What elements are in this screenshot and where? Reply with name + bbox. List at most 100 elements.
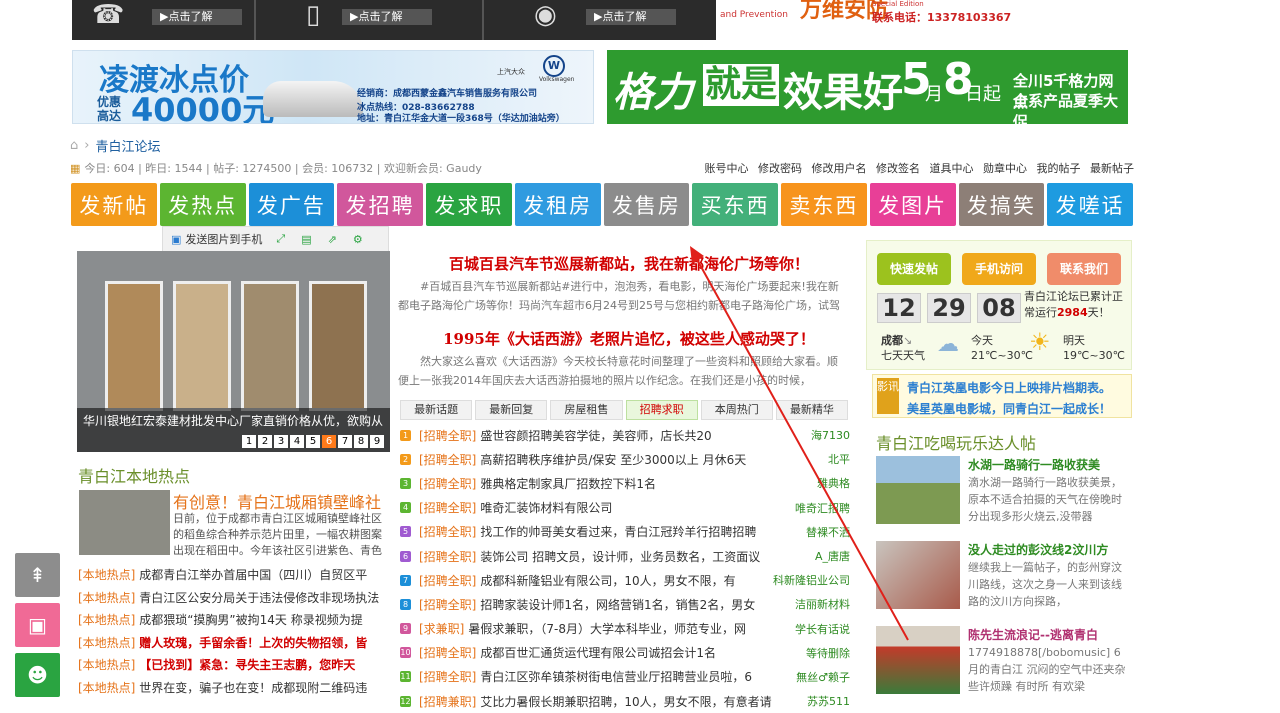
list-item[interactable]: [本地热点] 青白江区公安分局关于违法侵修改非现场执法 [78,589,390,612]
job-row[interactable]: 9 [求兼职] 暑假求兼职，（7-8月）大学本科毕业，师范专业，网 学长有话说 [400,617,850,641]
mobile-access-button[interactable]: 手机访问 [962,253,1036,285]
nav-post-chat[interactable]: 发嗟话 [1047,183,1133,226]
link-medal-center[interactable]: 勋章中心 [983,162,1027,175]
tab-latest-topics[interactable]: 最新话题 [400,400,473,420]
fun-post-item[interactable]: 没人走过的彭汶线2汶川方 继续我上一篇帖子，的彭州穿汶川路线，这次之身一人来到该… [876,541,1132,619]
tab-weekly-hot[interactable]: 本周热门 [700,400,773,420]
breadcrumb-site-link[interactable]: 青白江论坛 [95,136,160,155]
send-to-phone-link[interactable]: 发送图片到手机 [185,231,262,247]
job-row[interactable]: 7 [招聘全职] 成都科新隆铝业有限公司，10人，男女不限，有 科新隆铝业公司 [400,568,850,592]
nav-post-hot[interactable]: 发热点 [159,183,246,226]
link-latest-posts[interactable]: 最新帖子 [1090,162,1134,175]
user-icon[interactable]: ☻ [15,653,60,697]
job-row[interactable]: 12 [招聘兼职] 艾比力暑假长期兼职招聘，10人，男女不限，有意者请 苏苏511 [400,689,850,713]
link-my-posts[interactable]: 我的帖子 [1037,162,1081,175]
back-to-top-icon[interactable]: ⇞ [15,553,60,597]
job-author[interactable]: 苏苏511 [807,693,850,709]
home-icon[interactable]: ⌂ [70,138,78,153]
job-author[interactable]: 学长有话说 [795,621,850,637]
job-tag[interactable]: [招聘全职] [419,499,476,516]
link-change-password[interactable]: 修改密码 [758,162,802,175]
city-name[interactable]: 成都 [881,334,903,347]
slide-page-active[interactable]: 6 [322,435,336,448]
banner-seg-2[interactable]: ▯ ▶点击了解 [256,0,484,40]
job-title[interactable]: 装饰公司 招聘文员，设计师，业务员数名，工资面议 [480,548,811,565]
banner-seg-2-link[interactable]: ▶点击了解 [342,9,432,25]
tab-jobs[interactable]: 招聘求职 [625,400,698,420]
nav-buy[interactable]: 买东西 [692,183,778,226]
phone-send-icon[interactable]: ▣ [171,233,181,246]
job-tag[interactable]: [招聘兼职] [419,693,476,710]
car-ad-banner[interactable]: 凌渡冰点价 优惠 高达 40000元 上汽大众 W Volkswagen 经销商… [72,50,594,124]
fun-posts-title[interactable]: 青白江吃喝玩乐达人帖 [876,430,1036,454]
nav-post-new[interactable]: 发新帖 [71,183,157,226]
job-author[interactable]: 雅典格 [817,475,850,491]
slide-page[interactable]: 9 [370,435,384,448]
job-tag[interactable]: [招聘全职] [419,548,476,565]
contact-us-button[interactable]: 联系我们 [1047,253,1121,285]
headline-1[interactable]: 百城百县汽车节巡展新都站，我在新都海伦广场等你！ [398,253,860,274]
list-item-text[interactable]: 成都青白江举办首届中国（四川）自贸区平 [139,568,367,582]
fun-post-item[interactable]: 水湖一路骑行一路收获美 滴水湖一路骑行一路收获美景，原本不适合拍摄的天气在傍晚时… [876,456,1132,534]
list-item-text[interactable]: 成都猥琐“摸胸男”被拘14天 称录视频为提 [139,613,363,627]
job-title[interactable]: 成都百世汇通货运代理有限公司诚招会计1名 [480,644,802,661]
list-item[interactable]: [本地热点] 成都青白江举办首届中国（四川）自贸区平 [78,566,390,589]
banner-seg-3[interactable]: ◉ ▶点击了解 [484,0,716,40]
job-row[interactable]: 6 [招聘全职] 装饰公司 招聘文员，设计师，业务员数名，工资面议 A_唐唐 [400,544,850,568]
list-item-text[interactable]: 【已找到】紧急：寻失主王志鹏，您昨天 [139,658,355,672]
list-item-text[interactable]: 青白江区公安分局关于违法侵修改非现场执法 [139,591,379,605]
job-author[interactable]: 無丝♂赖子 [796,669,850,685]
fun-post-title[interactable]: 陈先生流浪记--逃离青白 [968,626,1098,643]
slide-page[interactable]: 2 [258,435,272,448]
link-account-center[interactable]: 账号中心 [705,162,749,175]
top-banner-ad[interactable]: ☎ ▶点击了解 ▯ ▶点击了解 ◉ ▶点击了解 and Prevention 万… [72,0,1130,40]
nav-post-sell-house[interactable]: 发售房 [603,183,690,226]
nav-post-image[interactable]: 发图片 [869,183,956,226]
tab-latest-replies[interactable]: 最新回复 [475,400,548,420]
list-item[interactable]: [本地热点] 世界在变，骗子也在变！成都现附二维码违 [78,679,390,702]
list-item[interactable]: [本地热点] 成都猥琐“摸胸男”被拘14天 称录视频为提 [78,611,390,634]
fun-post-title[interactable]: 水湖一路骑行一路收获美 [968,456,1100,473]
job-title[interactable]: 艾比力暑假长期兼职招聘，10人，男女不限，有意者请 [480,693,803,710]
job-row[interactable]: 8 [招聘全职] 招聘家装设计师1名，网络营销1名，销售2名，男女 洁丽新材料 [400,592,850,616]
job-row[interactable]: 1 [招聘全职] 盛世容颜招聘美容学徒，美容师，店长共20 海7130 [400,423,850,447]
seven-day-weather-link[interactable]: 七天天气 [881,349,925,362]
list-item-text[interactable]: 赠人玫瑰，手留余香！上次的失物招领，皆 [139,636,367,650]
fun-post-thumbnail[interactable] [876,541,960,609]
nav-post-funny[interactable]: 发搞笑 [958,183,1045,226]
job-row[interactable]: 10 [招聘全职] 成都百世汇通货运代理有限公司诚招会计1名 等待删除 [400,641,850,665]
local-hot-thumbnail[interactable] [79,490,170,555]
job-author[interactable]: A_唐唐 [815,548,850,564]
nav-post-ad[interactable]: 发广告 [248,183,335,226]
job-title[interactable]: 唯奇汇装饰材料有限公司 [480,499,791,516]
job-author[interactable]: 等待删除 [806,645,850,661]
link-change-signature[interactable]: 修改签名 [876,162,920,175]
list-item-tag[interactable]: [本地热点] [78,591,135,605]
gree-ad-banner[interactable]: 格力 就是 效果好 5 月 8 日起 全川5千格力网点 全系产品夏季大促 [607,50,1128,124]
job-tag[interactable]: [招聘全职] [419,523,476,540]
local-hot-headline[interactable]: 有创意！青白江城厢镇壁峰社 [173,489,381,513]
job-tag[interactable]: [招聘全职] [419,596,476,613]
settings-icon[interactable]: ⚙ [353,233,363,246]
nav-post-recruit[interactable]: 发招聘 [337,183,423,226]
nav-sell[interactable]: 卖东西 [781,183,867,226]
job-title[interactable]: 找工作的帅哥美女看过来，青白江冠羚羊行招聘招聘 [480,523,802,540]
job-row[interactable]: 2 [招聘全职] 高薪招聘秩序维护员/保安 至少3000以上 月休6天 北平 [400,447,850,471]
job-tag[interactable]: [招聘全职] [419,475,476,492]
quick-post-button[interactable]: 快速发帖 [877,253,951,285]
local-hot-title[interactable]: 青白江本地热点 [78,463,190,487]
job-author[interactable]: 洁丽新材料 [795,596,850,612]
job-tag[interactable]: [招聘全职] [419,427,476,444]
fullscreen-icon[interactable]: ⤢ [276,232,285,246]
job-title[interactable]: 盛世容颜招聘美容学徒，美容师，店长共20 [480,427,807,444]
job-author[interactable]: 海7130 [811,427,850,443]
banner-seg-1[interactable]: ☎ ▶点击了解 [72,0,256,40]
nav-post-job-seek[interactable]: 发求职 [426,183,512,226]
fun-post-thumbnail[interactable] [876,626,960,694]
job-author[interactable]: 北平 [828,451,850,467]
list-item-tag[interactable]: [本地热点] [78,636,135,650]
job-tag[interactable]: [招聘全职] [419,451,476,468]
cinema-news-line1[interactable]: 青白江英凰电影今日上映排片档期表。 [907,379,1111,396]
job-title[interactable]: 高薪招聘秩序维护员/保安 至少3000以上 月休6天 [480,451,824,468]
gift-icon[interactable]: ▣ [15,603,60,647]
